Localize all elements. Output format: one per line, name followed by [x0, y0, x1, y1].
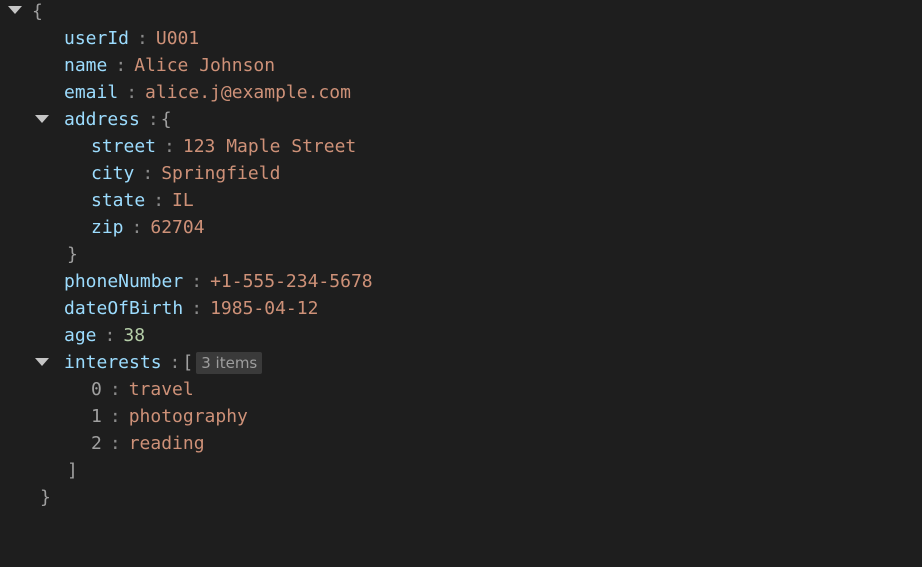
- field-row-city: city : Springfield: [91, 160, 280, 187]
- field-row-userId: userId : U001: [64, 25, 199, 52]
- field-separator: :: [109, 433, 121, 454]
- array-index: 2: [91, 433, 102, 454]
- interests-close-row: ]: [67, 457, 78, 484]
- field-value: Springfield: [161, 163, 281, 184]
- json-viewer: { userId : U001 name : Alice Johnson ema…: [0, 0, 922, 567]
- field-separator: :: [115, 55, 127, 76]
- field-row-phoneNumber: phoneNumber : +1-555-234-5678: [64, 268, 373, 295]
- field-value: 38: [123, 325, 146, 346]
- field-row-state: state : IL: [91, 187, 194, 214]
- field-value: IL: [172, 190, 194, 211]
- field-row-age: age : 38: [64, 322, 145, 349]
- field-key: name: [64, 55, 108, 76]
- field-key: email: [64, 82, 119, 103]
- collapse-interests-chevron-icon[interactable]: [35, 358, 49, 366]
- field-separator: :: [164, 136, 175, 157]
- collapse-root-chevron-icon[interactable]: [8, 6, 22, 14]
- interests-open-bracket: [: [182, 352, 194, 373]
- field-separator: :: [131, 217, 143, 238]
- field-separator: :: [109, 406, 121, 427]
- field-key: phoneNumber: [64, 271, 184, 292]
- array-index: 0: [91, 379, 102, 400]
- interests-label: interests : [ 3 items: [64, 349, 263, 376]
- field-key: userId: [64, 28, 130, 49]
- field-separator: :: [142, 163, 154, 184]
- field-row-email: email : alice.j@example.com: [64, 79, 351, 106]
- array-value: reading: [128, 433, 205, 454]
- field-row-zip: zip : 62704: [91, 214, 205, 241]
- field-separator: :: [104, 325, 116, 346]
- field-value: Alice Johnson: [134, 55, 276, 76]
- field-separator: :: [191, 298, 203, 319]
- field-separator: :: [169, 352, 181, 373]
- array-item-row: 0 : travel: [91, 376, 194, 403]
- array-value: photography: [128, 406, 248, 427]
- root-open-brace: {: [32, 1, 43, 22]
- field-key: address: [64, 109, 140, 130]
- field-value: 1985-04-12: [210, 298, 319, 319]
- field-key: interests: [64, 352, 162, 373]
- field-separator: :: [153, 190, 165, 211]
- address-close-row: }: [67, 241, 78, 268]
- address-label: address : {: [64, 106, 172, 133]
- field-row-street: street : 123 Maple Street: [91, 133, 356, 160]
- item-count-badge: 3 items: [196, 351, 263, 374]
- interests-close-bracket: ]: [67, 460, 78, 481]
- field-key: street: [91, 136, 157, 157]
- root-close-row: }: [40, 484, 51, 511]
- field-value: U001: [155, 28, 200, 49]
- field-key: city: [91, 163, 135, 184]
- field-separator: :: [191, 271, 203, 292]
- address-open-brace: {: [160, 109, 172, 130]
- root-close-brace: }: [40, 487, 51, 508]
- field-value: 62704: [150, 217, 205, 238]
- field-key: zip: [91, 217, 124, 238]
- field-separator: :: [137, 28, 148, 49]
- field-value: +1-555-234-5678: [210, 271, 373, 292]
- array-index: 1: [91, 406, 102, 427]
- collapse-address-chevron-icon[interactable]: [35, 115, 49, 123]
- field-key: state: [91, 190, 146, 211]
- field-value: 123 Maple Street: [182, 136, 357, 157]
- address-close-brace: }: [67, 244, 78, 265]
- field-key: dateOfBirth: [64, 298, 184, 319]
- field-value: alice.j@example.com: [145, 82, 351, 103]
- field-key: age: [64, 325, 97, 346]
- field-separator: :: [126, 82, 138, 103]
- array-item-row: 2 : reading: [91, 430, 205, 457]
- field-separator: :: [147, 109, 159, 130]
- field-separator: :: [109, 379, 121, 400]
- field-row-dateOfBirth: dateOfBirth : 1985-04-12: [64, 295, 318, 322]
- array-item-row: 1 : photography: [91, 403, 248, 430]
- field-row-name: name : Alice Johnson: [64, 52, 275, 79]
- array-value: travel: [128, 379, 194, 400]
